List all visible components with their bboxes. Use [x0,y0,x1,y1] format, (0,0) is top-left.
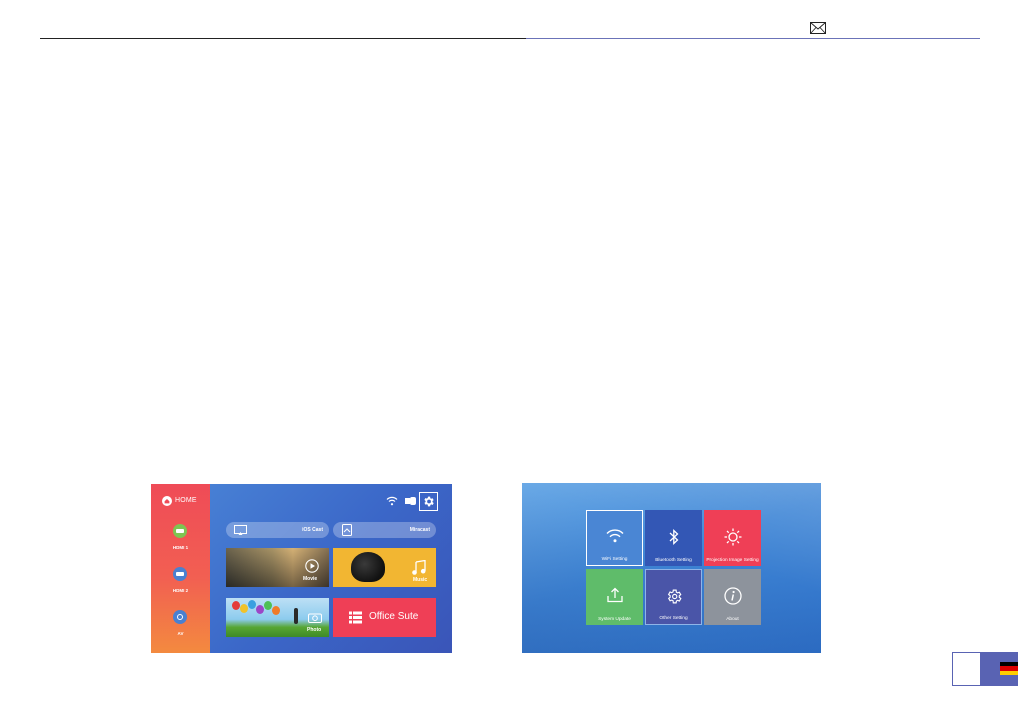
music-note-icon [412,560,426,575]
about-tile[interactable]: About [704,569,761,625]
pill-label: Miracast [409,527,430,533]
hdmi-icon [173,524,187,538]
source-label: AV [177,631,184,636]
home-icon [162,496,172,506]
projection-image-setting-tile[interactable]: Projection Image Setting [704,510,761,566]
settings-button[interactable] [419,492,438,511]
language-selector-blank [953,653,980,685]
cast-icon [234,525,247,535]
gear-icon [667,589,682,604]
header-rule-left [40,38,526,39]
system-update-tile[interactable]: System Update [586,569,643,625]
tile-label: Bluetooth Setting [655,558,692,563]
tile-label: About [726,617,739,622]
tile-label: Music [413,577,428,583]
mail-icon[interactable] [810,22,826,34]
tile-label: Movie [303,576,318,582]
photo-tile[interactable]: Photo [226,598,329,637]
upload-icon [606,587,623,603]
office-suite-tile[interactable]: Office Sute [333,598,436,637]
wifi-setting-tile[interactable]: WiFi Setting [586,510,643,566]
source-label: HDMI 2 [172,588,189,593]
headphones-image [351,552,385,582]
miracast-button[interactable]: Miracast [333,522,436,538]
miracast-icon [342,524,352,536]
hdmi-icon [173,567,187,581]
music-tile[interactable]: Music [333,548,436,587]
wifi-icon [605,529,624,543]
brightness-icon [724,528,741,546]
camera-icon [308,613,322,623]
ios-cast-button[interactable]: iOS Cast [226,522,329,538]
tile-label: Office Sute [369,611,419,622]
pill-label: iOS Cast [302,527,323,533]
usb-icon [405,497,416,505]
home-screen-screenshot: HOME HDMI 1 HDMI 2 AV iOS Cast Miracast … [151,484,452,653]
gear-icon [424,496,434,507]
list-icon [349,611,362,624]
av-icon [173,610,187,624]
tile-label: Other Setting [659,616,688,621]
play-icon [305,559,319,573]
wifi-icon [386,496,398,506]
home-title: HOME [175,497,197,504]
tile-label: Photo [307,627,322,633]
movie-tile[interactable]: Movie [226,548,329,587]
bluetooth-icon [669,528,678,546]
tile-label: System Update [598,617,631,622]
home-sidebar: HOME HDMI 1 HDMI 2 AV [151,484,210,653]
source-label: HDMI 1 [172,545,189,550]
other-setting-tile[interactable]: Other Setting [645,569,702,625]
bluetooth-setting-tile[interactable]: Bluetooth Setting [645,510,702,566]
germany-flag-icon[interactable] [1000,662,1018,675]
settings-screen-screenshot: WiFi Setting Bluetooth Setting Projectio… [522,483,821,653]
header-rule-right [526,38,980,39]
tile-label: WiFi Setting [601,557,628,562]
info-icon [723,587,742,605]
tile-label: Projection Image Setting [706,558,759,563]
